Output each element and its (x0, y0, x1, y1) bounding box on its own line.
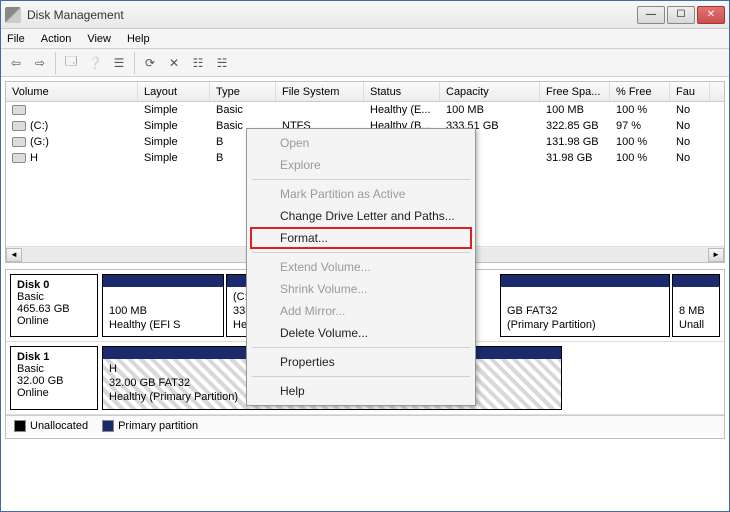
app-icon (5, 7, 21, 23)
menu-view[interactable]: View (87, 33, 111, 45)
scroll-right-icon[interactable]: ► (708, 248, 724, 262)
menubar: File Action View Help (1, 29, 729, 49)
disk-info[interactable]: Disk 1Basic32.00 GBOnline (10, 346, 98, 409)
scroll-left-icon[interactable]: ◄ (6, 248, 22, 262)
col-type[interactable]: Type (210, 82, 276, 101)
legend-primary-swatch (102, 420, 114, 432)
ctx-separator (252, 376, 470, 377)
partition[interactable]: GB FAT32 (Primary Partition) (500, 274, 670, 337)
back-button[interactable]: ⇦ (5, 52, 27, 74)
context-menu: Open Explore Mark Partition as Active Ch… (246, 128, 476, 406)
col-fault[interactable]: Fau (670, 82, 710, 101)
ctx-delete[interactable]: Delete Volume... (250, 322, 472, 344)
forward-button[interactable]: ⇨ (29, 52, 51, 74)
col-filesystem[interactable]: File System (276, 82, 364, 101)
titlebar: Disk Management — ☐ ✕ (1, 1, 729, 29)
col-volume[interactable]: Volume (6, 82, 138, 101)
separator (134, 52, 135, 74)
minimize-button[interactable]: — (637, 6, 665, 24)
help-icon[interactable]: ❔ (84, 52, 106, 74)
window-title: Disk Management (27, 8, 637, 22)
ctx-format[interactable]: Format... (250, 227, 472, 249)
toolbar: ⇦ ⇨ 🗔 ❔ ☰ ⟳ ✕ ☷ ☵ (1, 49, 729, 77)
legend-unallocated-swatch (14, 420, 26, 432)
maximize-button[interactable]: ☐ (667, 6, 695, 24)
col-layout[interactable]: Layout (138, 82, 210, 101)
settings-icon[interactable]: ☷ (187, 52, 209, 74)
ctx-open[interactable]: Open (250, 132, 472, 154)
ctx-separator (252, 347, 470, 348)
ctx-extend[interactable]: Extend Volume... (250, 256, 472, 278)
ctx-help[interactable]: Help (250, 380, 472, 402)
ctx-mark-active[interactable]: Mark Partition as Active (250, 183, 472, 205)
column-headers: Volume Layout Type File System Status Ca… (6, 82, 724, 102)
legend: Unallocated Primary partition (6, 415, 724, 436)
ctx-shrink[interactable]: Shrink Volume... (250, 278, 472, 300)
ctx-change-letter[interactable]: Change Drive Letter and Paths... (250, 205, 472, 227)
legend-primary: Primary partition (118, 420, 198, 432)
list-icon[interactable]: ☰ (108, 52, 130, 74)
ctx-properties[interactable]: Properties (250, 351, 472, 373)
partition[interactable]: 100 MBHealthy (EFI S (102, 274, 224, 337)
legend-unallocated: Unallocated (30, 420, 88, 432)
col-pctfree[interactable]: % Free (610, 82, 670, 101)
col-status[interactable]: Status (364, 82, 440, 101)
menu-help[interactable]: Help (127, 33, 150, 45)
extra-icon[interactable]: ☵ (211, 52, 233, 74)
menu-action[interactable]: Action (41, 33, 72, 45)
table-row[interactable]: SimpleBasicHealthy (E...100 MB100 MB100 … (6, 102, 724, 118)
refresh-icon[interactable]: ⟳ (139, 52, 161, 74)
partition[interactable]: 8 MBUnall (672, 274, 720, 337)
ctx-mirror[interactable]: Add Mirror... (250, 300, 472, 322)
delete-icon[interactable]: ✕ (163, 52, 185, 74)
close-button[interactable]: ✕ (697, 6, 725, 24)
disk-info[interactable]: Disk 0Basic465.63 GBOnline (10, 274, 98, 337)
ctx-explore[interactable]: Explore (250, 154, 472, 176)
ctx-separator (252, 179, 470, 180)
separator (55, 52, 56, 74)
col-capacity[interactable]: Capacity (440, 82, 540, 101)
col-freespace[interactable]: Free Spa... (540, 82, 610, 101)
ctx-separator (252, 252, 470, 253)
properties-icon[interactable]: 🗔 (60, 52, 82, 74)
menu-file[interactable]: File (7, 33, 25, 45)
